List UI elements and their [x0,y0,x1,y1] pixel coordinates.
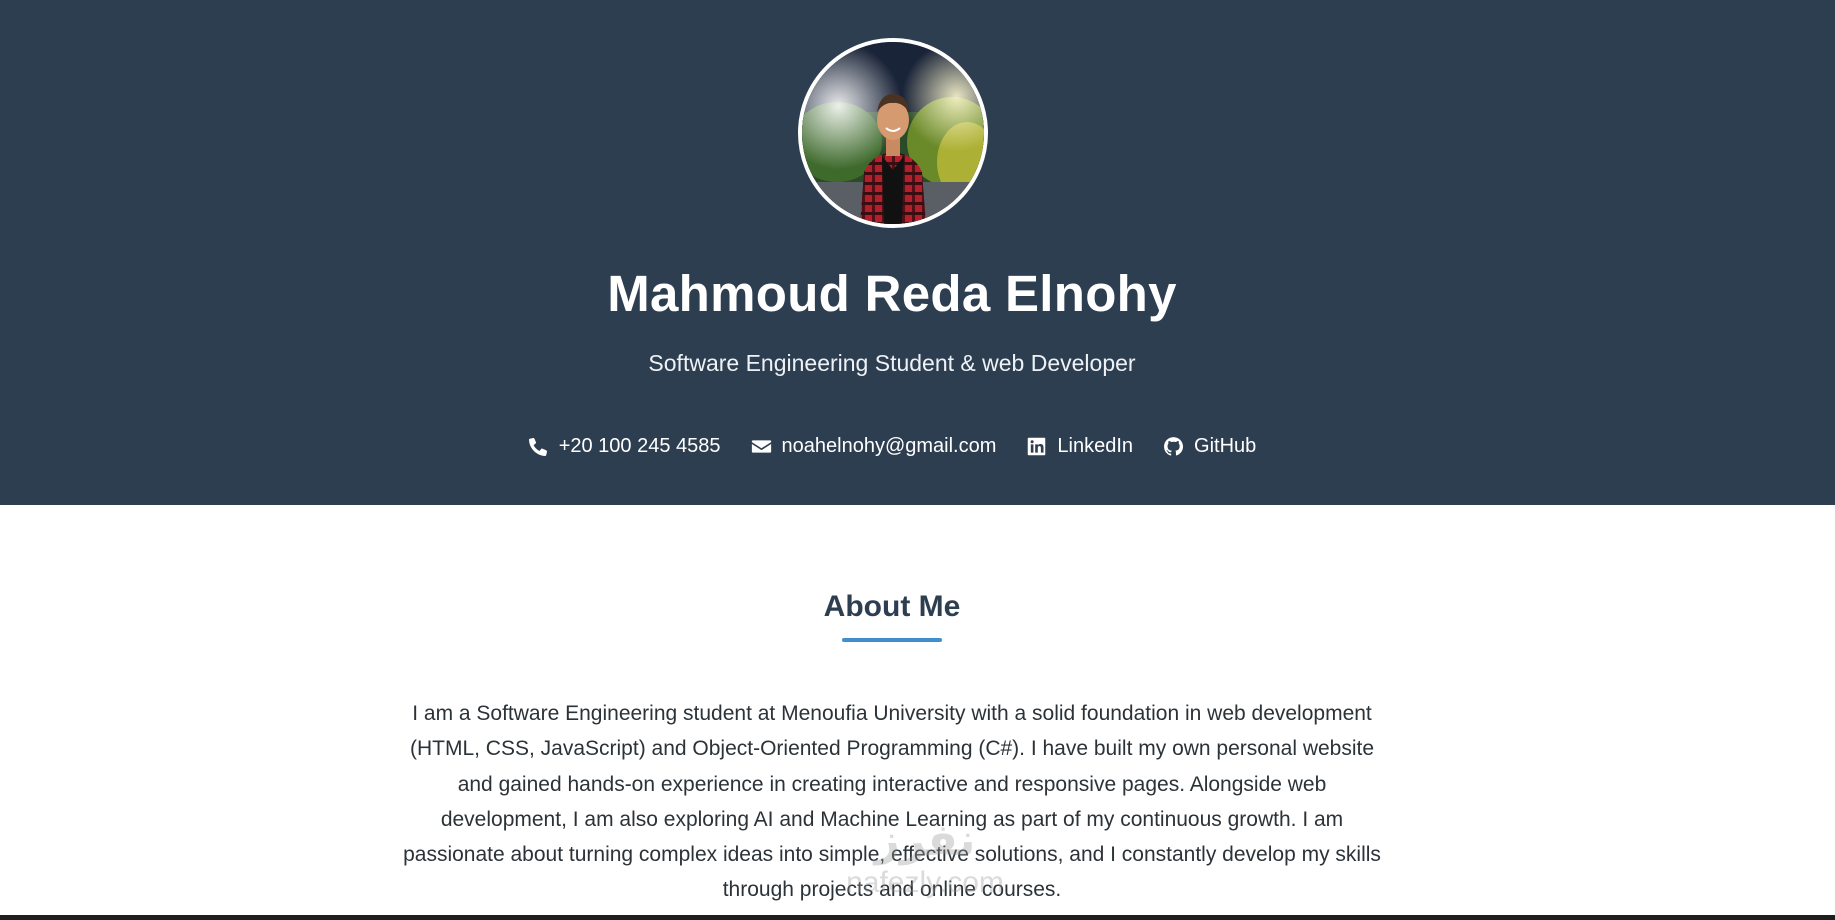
about-title: About Me [823,590,961,623]
email-link[interactable]: noahelnohy@gmail.com [751,435,997,458]
envelope-icon [751,440,771,453]
linkedin-link[interactable]: LinkedIn [1026,435,1133,458]
github-icon [1164,437,1184,456]
linkedin-icon [1028,437,1046,456]
profile-avatar [798,38,988,228]
phone-label: +20 100 245 4585 [558,435,721,457]
phone-link[interactable]: +20 100 245 4585 [528,435,721,458]
linkedin-label: LinkedIn [1057,435,1134,457]
phone-icon [528,437,547,456]
github-link[interactable]: GitHub [1163,435,1256,458]
page: Mahmoud Reda Elnohy Software Engineering… [0,0,1835,920]
about-title-underline [842,638,942,642]
contact-links: +20 100 245 4585 noahelnohy@gmail.com Li… [0,435,1784,458]
bottom-edge-bar [0,915,1835,920]
profile-tagline: Software Engineering Student & web Devel… [648,350,1136,376]
about-text: I am a Software Engineering student at M… [403,702,1381,902]
profile-name: Mahmoud Reda Elnohy [607,265,1177,322]
github-label: GitHub [1194,435,1257,457]
profile-header: Mahmoud Reda Elnohy Software Engineering… [0,0,1835,505]
avatar-photo [802,42,984,224]
email-label: noahelnohy@gmail.com [781,435,997,457]
